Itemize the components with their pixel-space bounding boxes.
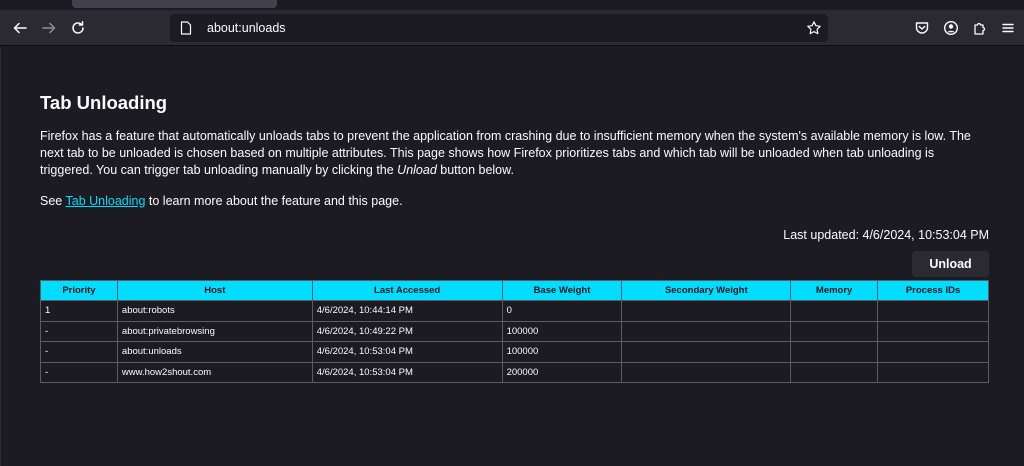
url-bar[interactable]: about:unloads bbox=[170, 14, 828, 42]
tab-priority-table: Priority Host Last Accessed Base Weight … bbox=[40, 280, 989, 383]
cell-secondary-weight bbox=[621, 361, 792, 383]
cell-memory bbox=[790, 300, 879, 322]
cell-process-ids bbox=[877, 320, 989, 342]
last-updated-text: Last updated: 4/6/2024, 10:53:04 PM bbox=[783, 227, 989, 242]
cell-memory bbox=[790, 341, 879, 363]
bookmark-star-icon[interactable] bbox=[806, 20, 822, 36]
cell-last-accessed: 4/6/2024, 10:49:22 PM bbox=[311, 320, 503, 342]
back-button[interactable] bbox=[6, 14, 34, 42]
description-emphasis: Unload bbox=[397, 163, 437, 178]
account-icon bbox=[943, 20, 959, 36]
cell-last-accessed: 4/6/2024, 10:44:14 PM bbox=[311, 300, 503, 322]
table-row: - www.how2shout.com 4/6/2024, 10:53:04 P… bbox=[40, 361, 989, 383]
table-row: 1 about:robots 4/6/2024, 10:44:14 PM 0 bbox=[40, 300, 989, 322]
page-title: Tab Unloading bbox=[40, 92, 168, 113]
hamburger-menu-icon bbox=[1002, 23, 1014, 33]
table-row: - about:privatebrowsing 4/6/2024, 10:49:… bbox=[40, 320, 989, 342]
column-header-priority[interactable]: Priority bbox=[40, 280, 118, 301]
puzzle-piece-icon bbox=[974, 22, 986, 35]
cell-secondary-weight bbox=[621, 341, 792, 363]
cell-base-weight: 100000 bbox=[501, 341, 623, 363]
menu-button[interactable] bbox=[994, 14, 1022, 42]
cell-last-accessed: 4/6/2024, 10:53:04 PM bbox=[311, 341, 503, 363]
account-button[interactable] bbox=[937, 14, 965, 42]
navigation-toolbar: about:unloads bbox=[0, 10, 1024, 46]
window-edge bbox=[0, 47, 1, 466]
see-suffix: to learn more about the feature and this… bbox=[145, 193, 403, 208]
column-header-memory[interactable]: Memory bbox=[790, 280, 879, 301]
tab-unloading-link[interactable]: Tab Unloading bbox=[66, 194, 146, 208]
table-row: - about:unloads 4/6/2024, 10:53:04 PM 10… bbox=[40, 341, 989, 363]
reload-button[interactable] bbox=[64, 14, 92, 42]
column-header-base-weight[interactable]: Base Weight bbox=[501, 280, 623, 301]
back-arrow-icon bbox=[13, 22, 27, 34]
column-header-secondary-weight[interactable]: Secondary Weight bbox=[621, 280, 792, 301]
cell-secondary-weight bbox=[621, 300, 792, 322]
cell-process-ids bbox=[877, 341, 989, 363]
cell-priority: - bbox=[40, 341, 118, 363]
cell-host: about:unloads bbox=[116, 341, 313, 363]
active-tab[interactable] bbox=[72, 0, 277, 8]
cell-priority: 1 bbox=[40, 300, 118, 322]
unload-button[interactable]: Unload bbox=[912, 250, 989, 277]
cell-base-weight: 100000 bbox=[501, 320, 623, 342]
learn-more-line: See Tab Unloading to learn more about th… bbox=[40, 193, 989, 210]
cell-host: about:privatebrowsing bbox=[116, 320, 313, 342]
cell-host: about:robots bbox=[116, 300, 313, 322]
cell-host: www.how2shout.com bbox=[116, 361, 313, 383]
cell-secondary-weight bbox=[621, 320, 792, 342]
page-content: Tab Unloading Firefox has a feature that… bbox=[40, 92, 989, 277]
tab-strip bbox=[0, 0, 1024, 10]
cell-priority: - bbox=[40, 361, 118, 383]
reload-icon bbox=[72, 21, 84, 34]
url-text[interactable]: about:unloads bbox=[207, 21, 286, 35]
pocket-button[interactable] bbox=[908, 14, 936, 42]
cell-priority: - bbox=[40, 320, 118, 342]
cell-memory bbox=[790, 320, 879, 342]
table-header-row: Priority Host Last Accessed Base Weight … bbox=[40, 280, 989, 301]
page-icon bbox=[178, 20, 194, 36]
cell-base-weight: 200000 bbox=[501, 361, 623, 383]
forward-arrow-icon bbox=[42, 22, 56, 34]
cell-process-ids bbox=[877, 300, 989, 322]
cell-last-accessed: 4/6/2024, 10:53:04 PM bbox=[311, 361, 503, 383]
column-header-last-accessed[interactable]: Last Accessed bbox=[311, 280, 503, 301]
extensions-button[interactable] bbox=[966, 14, 994, 42]
column-header-process-ids[interactable]: Process IDs bbox=[877, 280, 989, 301]
page-description: Firefox has a feature that automatically… bbox=[40, 128, 989, 180]
cell-process-ids bbox=[877, 361, 989, 383]
pocket-icon bbox=[915, 22, 929, 34]
forward-button[interactable] bbox=[35, 14, 63, 42]
column-header-host[interactable]: Host bbox=[116, 280, 313, 301]
see-prefix: See bbox=[40, 193, 66, 208]
cell-base-weight: 0 bbox=[501, 300, 623, 322]
cell-memory bbox=[790, 361, 879, 383]
description-text-end: button below. bbox=[436, 163, 514, 178]
